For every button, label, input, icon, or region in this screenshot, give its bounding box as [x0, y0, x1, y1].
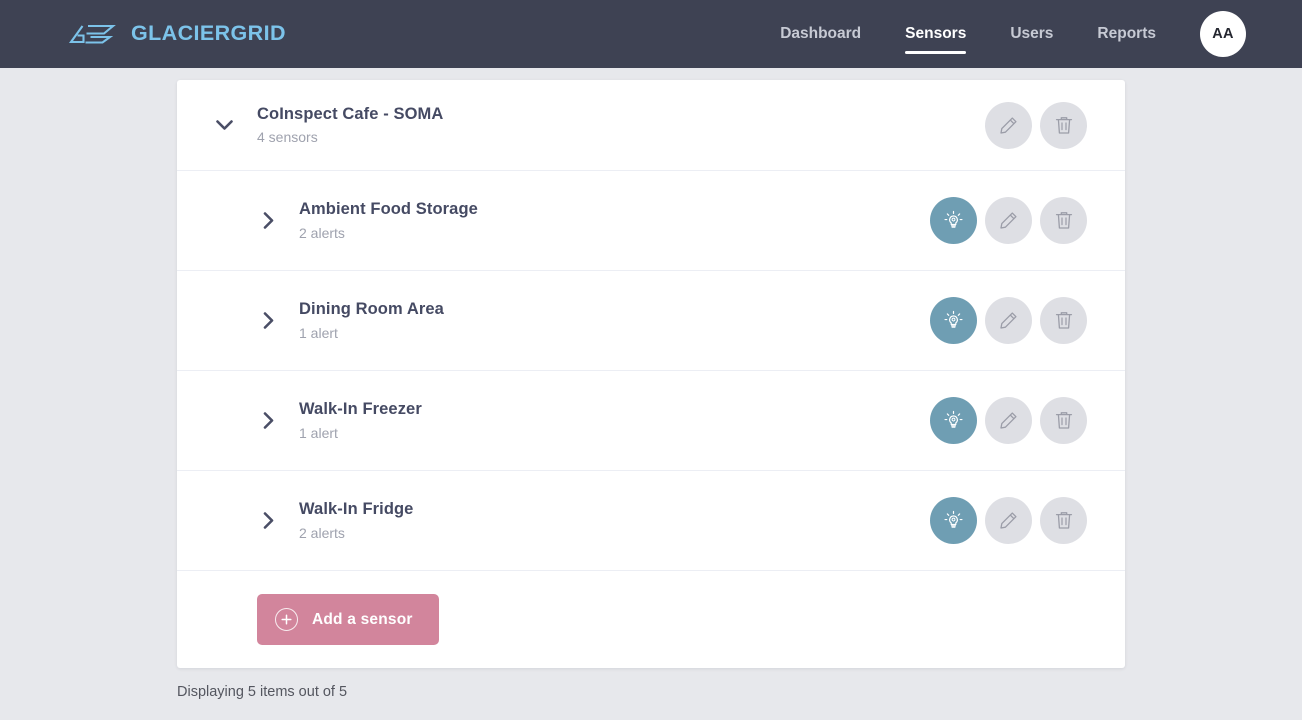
- brand-name: GLACIERGRID: [131, 21, 286, 46]
- top-navbar: GLACIERGRID Dashboard Sensors Users Repo…: [0, 0, 1302, 68]
- table-row[interactable]: Walk-In Freezer 1 alert: [177, 371, 1125, 471]
- nav-item-dashboard[interactable]: Dashboard: [758, 26, 883, 42]
- sensor-actions: [930, 297, 1087, 344]
- add-sensor-label: Add a sensor: [312, 610, 413, 628]
- identify-sensor-button[interactable]: [930, 397, 977, 444]
- identify-sensor-button[interactable]: [930, 197, 977, 244]
- delete-sensor-button[interactable]: [1040, 397, 1087, 444]
- sensor-actions: [930, 197, 1087, 244]
- group-labels: CoInspect Cafe - SOMA 4 sensors: [257, 106, 443, 145]
- sensor-alerts: 1 alert: [299, 424, 338, 441]
- identify-sensor-button[interactable]: [930, 497, 977, 544]
- sensor-name: Walk-In Freezer: [299, 400, 422, 419]
- delete-sensor-button[interactable]: [1040, 197, 1087, 244]
- sensor-alerts: 2 alerts: [299, 224, 345, 241]
- table-row[interactable]: Walk-In Fridge 2 alerts: [177, 471, 1125, 571]
- edit-sensor-button[interactable]: [985, 397, 1032, 444]
- plus-circle-icon: [275, 608, 298, 631]
- sensor-name: Ambient Food Storage: [299, 200, 478, 219]
- sensor-group-card: CoInspect Cafe - SOMA 4 sensors Ambient …: [177, 80, 1125, 668]
- chevron-right-icon[interactable]: [247, 312, 289, 329]
- sensor-labels: Ambient Food Storage 2 alerts: [299, 201, 478, 240]
- group-name: CoInspect Cafe - SOMA: [257, 104, 444, 123]
- edit-group-button[interactable]: [985, 101, 1032, 149]
- group-actions: [985, 101, 1087, 149]
- sensor-labels: Walk-In Freezer 1 alert: [299, 401, 422, 440]
- sensor-actions: [930, 397, 1087, 444]
- nav-item-sensors[interactable]: Sensors: [883, 26, 988, 53]
- sensor-actions: [930, 497, 1087, 544]
- nav-item-reports[interactable]: Reports: [1075, 26, 1178, 42]
- nav-links: Dashboard Sensors Users Reports AA: [758, 11, 1246, 57]
- chevron-right-icon[interactable]: [247, 412, 289, 429]
- card-footer: Add a sensor: [177, 571, 1125, 668]
- edit-sensor-button[interactable]: [985, 497, 1032, 544]
- brand-logo[interactable]: GLACIERGRID: [68, 23, 286, 45]
- sensor-alerts: 1 alert: [299, 324, 338, 341]
- delete-group-button[interactable]: [1040, 101, 1087, 149]
- nav-item-users[interactable]: Users: [988, 26, 1075, 42]
- sensor-name: Walk-In Fridge: [299, 500, 414, 519]
- edit-sensor-button[interactable]: [985, 297, 1032, 344]
- add-sensor-button[interactable]: Add a sensor: [257, 594, 439, 645]
- chevron-right-icon[interactable]: [247, 212, 289, 229]
- delete-sensor-button[interactable]: [1040, 497, 1087, 544]
- chevron-right-icon[interactable]: [247, 512, 289, 529]
- edit-sensor-button[interactable]: [985, 197, 1032, 244]
- sensor-labels: Dining Room Area 1 alert: [299, 301, 444, 340]
- table-row[interactable]: Ambient Food Storage 2 alerts: [177, 171, 1125, 271]
- delete-sensor-button[interactable]: [1040, 297, 1087, 344]
- group-header-row[interactable]: CoInspect Cafe - SOMA 4 sensors: [177, 80, 1125, 171]
- table-row[interactable]: Dining Room Area 1 alert: [177, 271, 1125, 371]
- page-body: CoInspect Cafe - SOMA 4 sensors Ambient …: [0, 68, 1302, 700]
- sensor-labels: Walk-In Fridge 2 alerts: [299, 501, 413, 540]
- group-sensor-count: 4 sensors: [257, 129, 318, 146]
- chevron-down-icon[interactable]: [203, 119, 245, 131]
- identify-sensor-button[interactable]: [930, 297, 977, 344]
- sensor-alerts: 2 alerts: [299, 524, 345, 541]
- sensor-name: Dining Room Area: [299, 300, 444, 319]
- avatar[interactable]: AA: [1200, 11, 1246, 57]
- glaciergrid-logo-icon: [68, 23, 122, 45]
- results-count: Displaying 5 items out of 5: [177, 684, 348, 700]
